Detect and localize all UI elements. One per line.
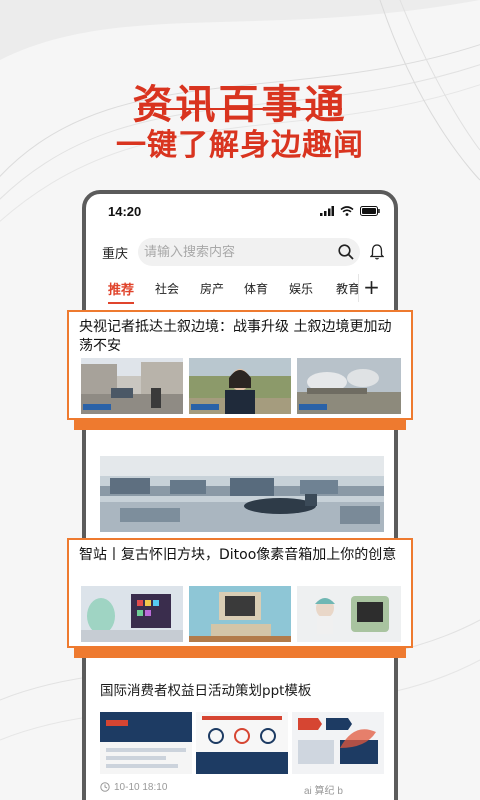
promo-subheadline: 一键了解身边趣闻 (116, 128, 364, 163)
news-thumb-figure-speaker (297, 586, 401, 642)
status-time: 14:20 (108, 204, 142, 219)
search-icon[interactable] (338, 244, 354, 260)
list-item[interactable] (98, 456, 388, 536)
active-tab-indicator (108, 302, 134, 304)
corner-decoration (340, 729, 376, 748)
category-tabs: 推荐 社会 房产 体育 娱乐 教育 + (86, 272, 394, 306)
news-title: 国际消费者权益日活动策划ppt模板 (100, 683, 312, 699)
battery-icon (360, 206, 380, 216)
highlight-tab (74, 648, 406, 658)
tab-entertainment[interactable]: 娱乐 (289, 280, 313, 297)
ppt-thumb-1 (100, 712, 192, 774)
news-thumb-street (81, 358, 183, 414)
news-thumb-retro-computer (189, 586, 291, 642)
tab-society[interactable]: 社会 (155, 280, 179, 297)
tab-education[interactable]: 教育 (336, 280, 360, 297)
tab-realestate[interactable]: 房产 (200, 280, 224, 297)
headline-underline (138, 108, 342, 110)
search-input[interactable] (138, 238, 360, 266)
search-row: 重庆 (86, 234, 394, 270)
news-title: 智站丨复古怀旧方块，Ditoo像素音箱加上你的创意 (79, 547, 397, 563)
ppt-thumb-2 (196, 712, 288, 774)
clock-icon (100, 782, 110, 792)
tab-sports[interactable]: 体育 (244, 280, 268, 297)
news-source: ai 算纪 b (304, 786, 343, 797)
highlight-tab (74, 420, 406, 430)
bell-icon[interactable] (370, 244, 384, 260)
status-bar: 14:20 (86, 204, 394, 224)
news-thumb-reporter (189, 358, 291, 414)
news-thumb-pixel-speaker (81, 586, 183, 642)
phone-frame: 14:20 重庆 请输入搜索内容 推荐 社会 房产 体育 娱乐 教育 + 国际消… (82, 190, 398, 800)
news-card-highlighted[interactable]: 央视记者抵达土叙边境：战事升级 土叙边境更加动荡不安 (67, 310, 413, 420)
wifi-icon (340, 206, 354, 216)
news-thumb-smoke (297, 358, 401, 414)
news-time: 10-10 18:10 (114, 782, 168, 793)
signal-icon (320, 206, 334, 216)
tab-recommend[interactable]: 推荐 (108, 279, 134, 298)
add-tab-button[interactable]: + (358, 274, 384, 302)
city-selector[interactable]: 重庆 (102, 243, 128, 262)
office-photo (100, 456, 384, 532)
news-card-highlighted[interactable]: 智站丨复古怀旧方块，Ditoo像素音箱加上你的创意 (67, 538, 413, 648)
news-title: 央视记者抵达土叙边境：战事升级 土叙边境更加动荡不安 (79, 319, 392, 354)
